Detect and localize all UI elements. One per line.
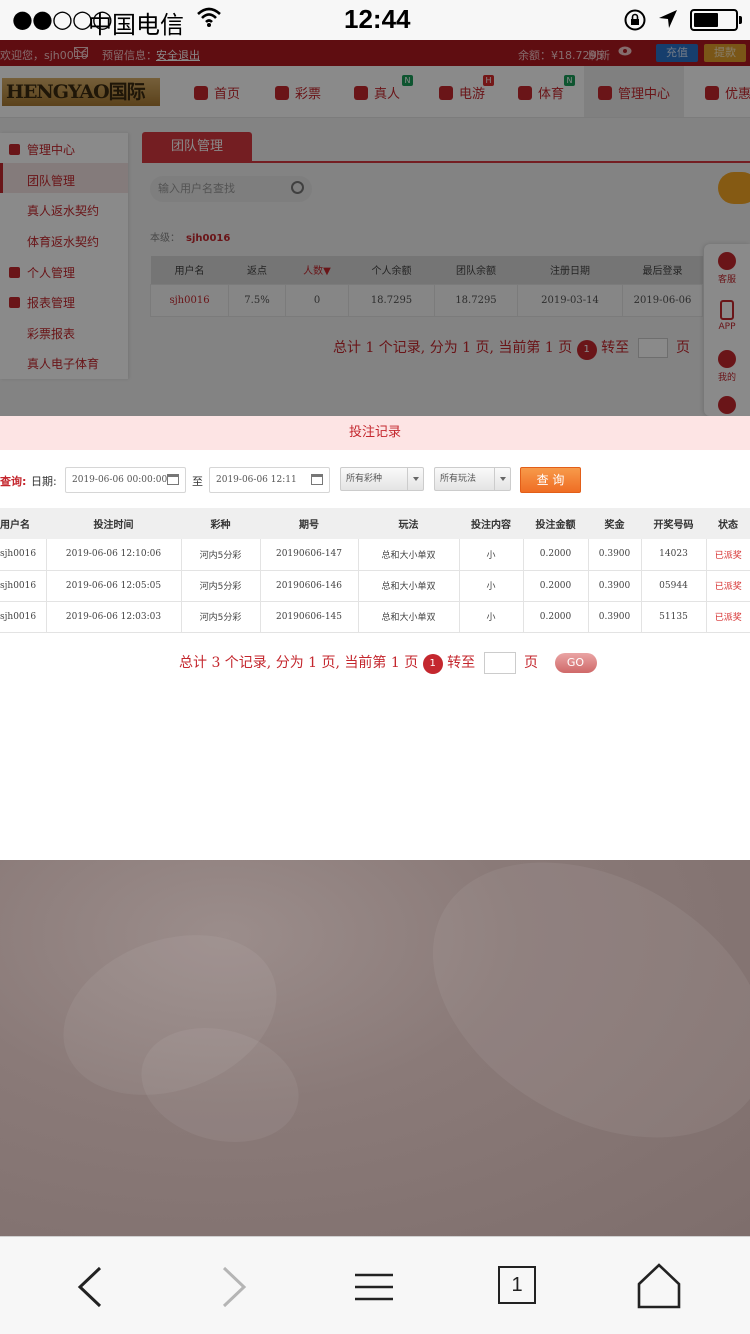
- cell-status: 已派奖: [706, 539, 750, 571]
- forward-button[interactable]: [208, 1262, 258, 1312]
- carrier-name: 中国电信: [88, 11, 184, 39]
- menu-button[interactable]: [349, 1262, 399, 1312]
- cell-status: 已派奖: [706, 570, 750, 602]
- cell-issue: 20190606-146: [260, 570, 359, 602]
- cell-content: 小: [459, 570, 524, 602]
- start-date-input[interactable]: 2019-06-06 00:00:00: [65, 467, 186, 493]
- cell-prize: 0.3900: [588, 539, 642, 571]
- chevron-down-icon: [407, 468, 423, 490]
- calendar-icon[interactable]: [311, 474, 323, 485]
- tabs-button[interactable]: 1: [498, 1266, 536, 1304]
- cell-content: 小: [459, 601, 524, 633]
- query-label: 查询:: [0, 475, 27, 488]
- cell-content: 小: [459, 539, 524, 571]
- end-date-input[interactable]: 2019-06-06 12:11: [209, 467, 330, 493]
- background-decoration: [0, 860, 750, 1236]
- table-row[interactable]: sjh0016 2019-06-06 12:10:06 河内5分彩 201906…: [0, 539, 750, 571]
- cell-lottery: 河内5分彩: [181, 601, 261, 633]
- query-form: 查询: 日期: 2019-06-06 00:00:00 至 2019-06-06…: [0, 466, 750, 494]
- cell-lottery: 河内5分彩: [181, 539, 261, 571]
- column-header-status: 状态: [706, 508, 750, 539]
- cell-play: 总和大小单双: [358, 539, 460, 571]
- table-header-row: 用户名 投注时间 彩种 期号 玩法 投注内容 投注金额 奖金 开奖号码 状态: [0, 508, 750, 539]
- chevron-down-icon: [494, 468, 510, 490]
- cell-prize: 0.3900: [588, 601, 642, 633]
- cell-bet-time: 2019-06-06 12:10:06: [46, 539, 182, 571]
- calendar-icon[interactable]: [167, 474, 179, 485]
- column-header-issue: 期号: [260, 508, 358, 539]
- goto-page-input[interactable]: [483, 652, 516, 674]
- home-button[interactable]: [634, 1262, 684, 1312]
- cell-status: 已派奖: [706, 601, 750, 633]
- cell-username: sjh0016: [0, 539, 47, 571]
- lottery-type-select[interactable]: 所有彩种: [340, 467, 424, 491]
- current-page-badge[interactable]: 1: [422, 654, 443, 674]
- table-row[interactable]: sjh0016 2019-06-06 12:03:03 河内5分彩 201906…: [0, 601, 750, 633]
- ios-status-bar: ●●○○○ 中国电信 12:44: [0, 0, 750, 40]
- bet-record-dialog: 投注记录 查询: 日期: 2019-06-06 00:00:00 至 2019-…: [0, 416, 750, 860]
- cell-issue: 20190606-145: [260, 601, 359, 633]
- column-header-lottery: 彩种: [181, 508, 260, 539]
- bet-record-table: 用户名 投注时间 彩种 期号 玩法 投注内容 投注金额 奖金 开奖号码 状态 s…: [0, 508, 750, 633]
- cell-username: sjh0016: [0, 601, 47, 633]
- cell-prize: 0.3900: [588, 570, 642, 602]
- wifi-icon: [196, 6, 222, 32]
- bet-pagination: 总计 3 个记录, 分为 1 页, 当前第 1 页 1 转至 页 GO: [179, 652, 597, 674]
- cell-lottery: 河内5分彩: [181, 570, 261, 602]
- home-icon: [637, 1263, 681, 1309]
- query-button[interactable]: 查 询: [520, 467, 581, 493]
- cell-amount: 0.2000: [523, 570, 589, 602]
- rotation-lock-icon: [623, 8, 647, 36]
- column-header-username: 用户名: [0, 508, 46, 539]
- column-header-content: 投注内容: [459, 508, 523, 539]
- dialog-title: 投注记录: [0, 416, 750, 450]
- chevron-right-icon: [222, 1266, 247, 1308]
- back-button[interactable]: [66, 1262, 116, 1312]
- column-header-bet-time: 投注时间: [46, 508, 181, 539]
- battery-icon: [690, 9, 742, 31]
- go-button[interactable]: GO: [554, 653, 597, 673]
- column-header-prize: 奖金: [588, 508, 641, 539]
- column-header-play: 玩法: [358, 508, 459, 539]
- cell-issue: 20190606-147: [260, 539, 359, 571]
- cell-play: 总和大小单双: [358, 570, 460, 602]
- column-header-amount: 投注金额: [523, 508, 588, 539]
- cell-play: 总和大小单双: [358, 601, 460, 633]
- cell-draw-number: 51135: [641, 601, 707, 633]
- chevron-left-icon: [77, 1266, 102, 1308]
- table-row[interactable]: sjh0016 2019-06-06 12:05:05 河内5分彩 201906…: [0, 570, 750, 602]
- cell-bet-time: 2019-06-06 12:03:03: [46, 601, 182, 633]
- column-header-draw-number: 开奖号码: [641, 508, 706, 539]
- cell-draw-number: 05944: [641, 570, 707, 602]
- range-separator: 至: [192, 475, 203, 488]
- date-label: 日期:: [31, 475, 57, 488]
- cell-amount: 0.2000: [523, 539, 589, 571]
- clock: 12:44: [344, 4, 411, 34]
- cell-username: sjh0016: [0, 570, 47, 602]
- hamburger-icon: [355, 1273, 393, 1301]
- cell-amount: 0.2000: [523, 601, 589, 633]
- play-type-select[interactable]: 所有玩法: [434, 467, 511, 491]
- cell-bet-time: 2019-06-06 12:05:05: [46, 570, 182, 602]
- browser-toolbar: 1: [0, 1236, 750, 1334]
- location-arrow-icon: [657, 8, 679, 34]
- cell-draw-number: 14023: [641, 539, 707, 571]
- pagination-summary: 总计 3 个记录, 分为 1 页, 当前第 1 页: [179, 655, 419, 671]
